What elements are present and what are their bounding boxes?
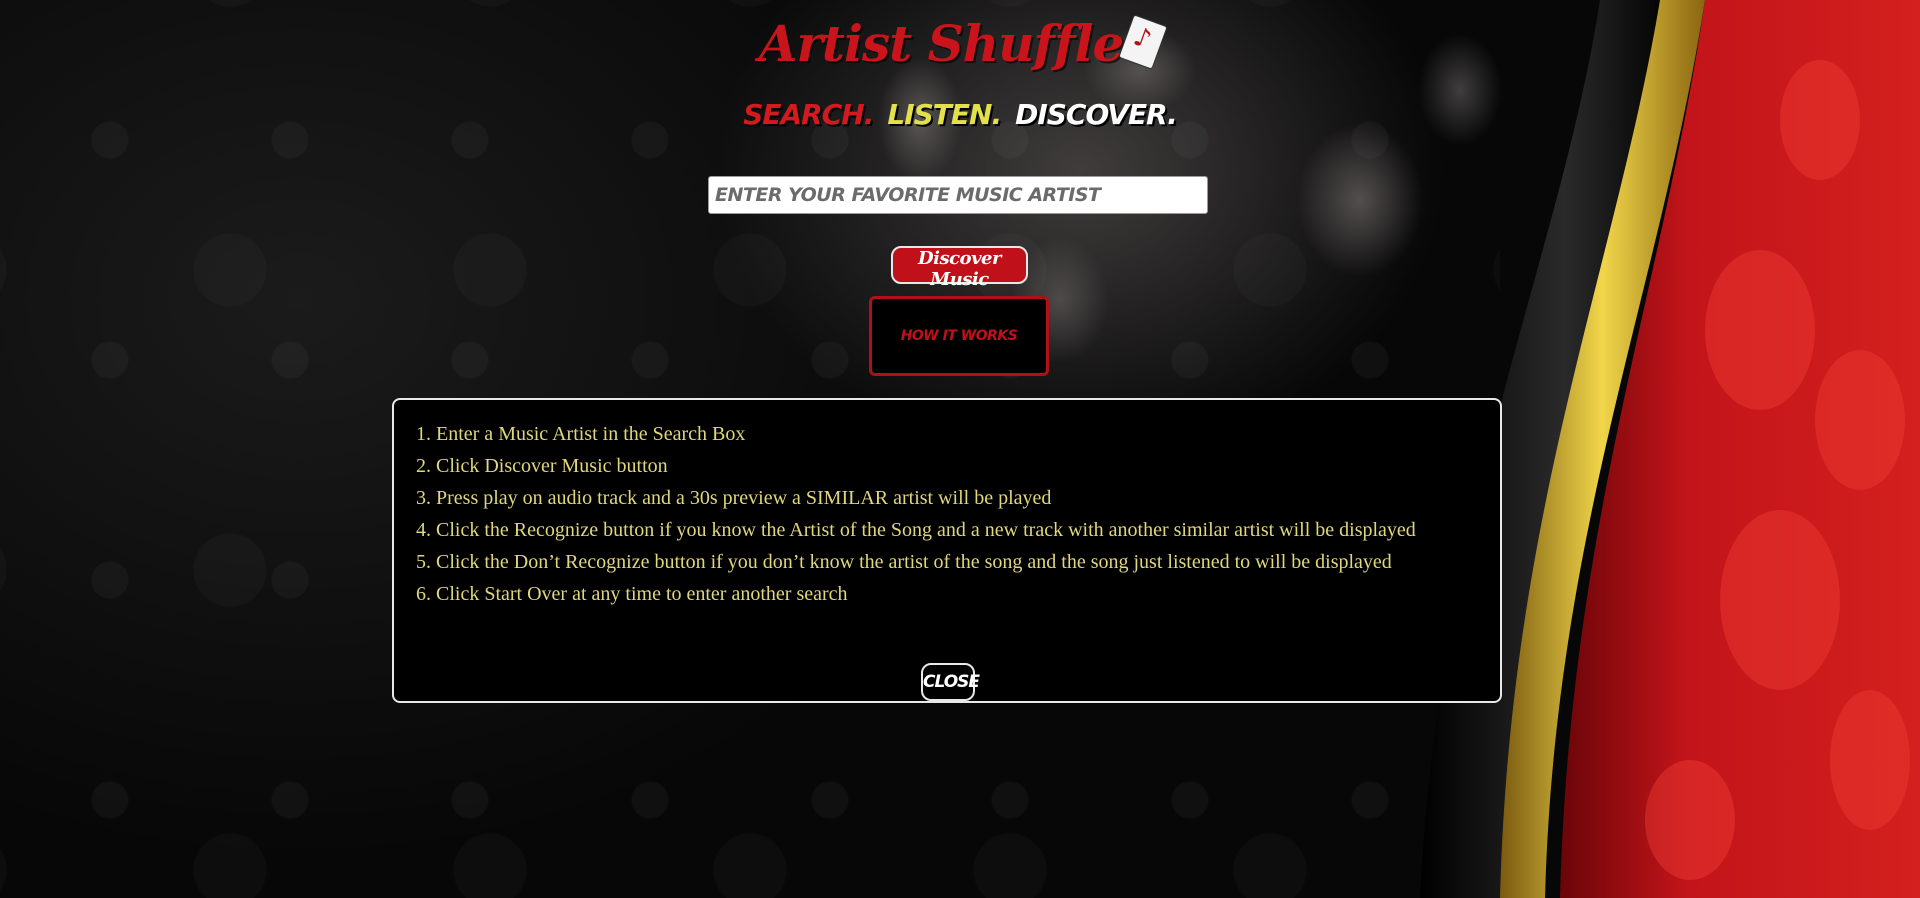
instruction-item: Click the Don’t Recognize button if you … [436, 546, 1500, 578]
tagline-listen: LISTEN. [887, 98, 1002, 131]
instruction-item: Click Discover Music button [436, 450, 1500, 482]
how-it-works-modal: Enter a Music Artist in the Search Box C… [392, 398, 1502, 703]
app-title-text: Artist Shuffle [758, 14, 1125, 73]
artist-search-input[interactable] [708, 176, 1208, 214]
music-note-icon: ♪ [1118, 14, 1169, 70]
tagline-search: SEARCH. [743, 98, 874, 131]
tagline: SEARCH. LISTEN. DISCOVER. [0, 98, 1920, 131]
how-it-works-button[interactable]: HOW IT WORKS [869, 296, 1049, 376]
instruction-item: Press play on audio track and a 30s prev… [436, 482, 1500, 514]
instruction-item: Enter a Music Artist in the Search Box [436, 418, 1500, 450]
instruction-item: Click the Recognize button if you know t… [436, 514, 1500, 546]
close-modal-button[interactable]: CLOSE [921, 663, 980, 701]
music-note-glyph: ♪ [1129, 21, 1155, 56]
instructions-list: Enter a Music Artist in the Search Box C… [394, 418, 1500, 610]
tagline-discover: DISCOVER. [1015, 98, 1178, 131]
app-title: Artist Shuffle ♪ [0, 14, 1920, 73]
instruction-item: Click Start Over at any time to enter an… [436, 578, 1500, 610]
discover-music-button[interactable]: Discover Music [891, 246, 1028, 290]
